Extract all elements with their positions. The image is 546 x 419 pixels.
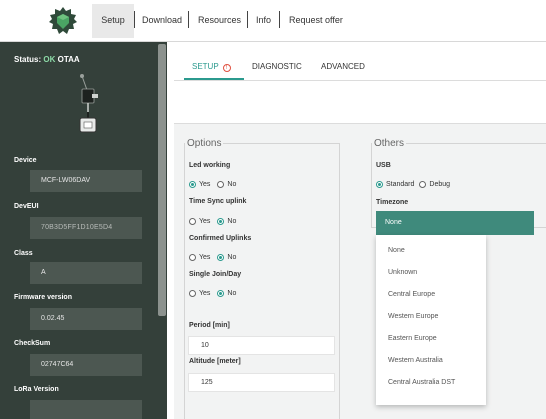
confirmed-yes-label: Yes [199, 254, 211, 261]
altitude-input[interactable]: 125 [188, 373, 335, 392]
confirmed-no-radio[interactable] [217, 254, 225, 261]
timezone-dropdown: None Unknown Central Europe Western Euro… [376, 235, 486, 405]
timezone-option[interactable]: Eastern Europe [388, 335, 437, 342]
led-working-label: Led working [189, 162, 231, 169]
tab-advanced[interactable]: ADVANCED [321, 62, 365, 71]
led-no-label: No [227, 181, 237, 188]
status-ok: OK [43, 55, 56, 64]
single-join-yes-label: Yes [199, 290, 211, 297]
tab-setup[interactable]: SETUP! [192, 62, 231, 72]
timezone-option[interactable]: Central Australia DST [388, 379, 455, 386]
nav-divider [279, 11, 280, 28]
status-mode: OTAA [57, 55, 80, 64]
nav-divider [134, 11, 135, 28]
firmware-value: 0.02.45 [30, 308, 142, 330]
timezone-option[interactable]: Western Australia [388, 357, 443, 364]
checksum-label: CheckSum [14, 340, 51, 347]
usb-radios: Standard Debug [376, 181, 450, 188]
sidebar-scrollbar[interactable] [158, 44, 166, 316]
sensor-device-image [79, 74, 98, 133]
options-legend: Options [187, 138, 222, 149]
single-join-yes-radio[interactable] [189, 290, 196, 297]
panel-header [174, 81, 546, 124]
time-sync-yes-label: Yes [199, 218, 211, 225]
usb-standard-label: Standard [386, 181, 415, 188]
led-working-radios: Yes No [189, 181, 236, 188]
deveui-value: 70B3D5FF1D10E5D4 [30, 217, 142, 239]
single-join-no-label: No [227, 290, 237, 297]
nav-setup[interactable]: Setup [92, 4, 134, 38]
timezone-option[interactable]: Western Europe [388, 313, 438, 320]
gear-shield-logo-icon[interactable] [48, 6, 78, 36]
altitude-label: Altitude [meter] [189, 358, 241, 365]
device-value: MCF-LW06DAV [30, 170, 142, 192]
timezone-select[interactable]: None [376, 211, 534, 235]
device-label: Device [14, 157, 37, 164]
led-no-radio[interactable] [217, 181, 225, 188]
tab-divider [174, 80, 546, 81]
nav-resources[interactable]: Resources [198, 13, 241, 27]
nav-request-offer[interactable]: Request offer [289, 13, 343, 27]
single-join-label: Single Join/Day [189, 271, 242, 278]
nav-info[interactable]: Info [256, 13, 271, 27]
usb-label: USB [376, 162, 391, 169]
time-sync-radios: Yes No [189, 218, 236, 225]
nav-divider [247, 11, 248, 28]
others-legend: Others [374, 138, 405, 149]
deveui-label: DevEUI [14, 203, 39, 210]
period-input[interactable]: 10 [188, 336, 335, 355]
app-root: Setup Download Resources Info Request of… [0, 0, 546, 419]
time-sync-yes-radio[interactable] [189, 218, 196, 225]
firmware-label: Firmware version [14, 294, 72, 301]
usb-debug-radio[interactable] [419, 181, 427, 188]
single-join-no-radio[interactable] [217, 290, 225, 297]
usb-debug-label: Debug [429, 181, 451, 188]
confirmed-uplinks-radios: Yes No [189, 254, 236, 261]
tab-diagnostic[interactable]: DIAGNOSTIC [252, 62, 302, 71]
lora-version-value [30, 400, 142, 419]
period-label: Period [min] [189, 322, 230, 329]
nav-divider [188, 11, 189, 28]
confirmed-uplinks-label: Confirmed Uplinks [189, 235, 252, 242]
timezone-option[interactable]: None [388, 247, 405, 254]
checksum-value: 02747C64 [30, 354, 142, 376]
single-join-radios: Yes No [189, 290, 236, 297]
tab-setup-label: SETUP [192, 62, 219, 71]
class-value: A [30, 262, 142, 284]
timezone-label: Timezone [376, 199, 409, 206]
alert-circle-icon: ! [222, 64, 231, 72]
usb-standard-radio[interactable] [376, 181, 383, 188]
status-line: Status: OK OTAA [14, 55, 80, 64]
confirmed-no-label: No [227, 254, 237, 261]
timezone-option[interactable]: Central Europe [388, 291, 435, 298]
led-yes-label: Yes [199, 181, 211, 188]
class-label: Class [14, 250, 33, 257]
time-sync-label: Time Sync uplink [189, 198, 247, 205]
timezone-option[interactable]: Unknown [388, 269, 417, 276]
nav-download[interactable]: Download [142, 13, 182, 27]
led-yes-radio[interactable] [189, 181, 196, 188]
tab-bar: SETUP! DIAGNOSTIC ADVANCED [174, 52, 546, 80]
confirmed-yes-radio[interactable] [189, 254, 196, 261]
top-nav: Setup Download Resources Info Request of… [0, 0, 546, 42]
lora-version-label: LoRa Version [14, 386, 59, 393]
time-sync-no-radio[interactable] [217, 218, 225, 225]
status-prefix: Status: [14, 55, 42, 64]
time-sync-no-label: No [227, 218, 237, 225]
